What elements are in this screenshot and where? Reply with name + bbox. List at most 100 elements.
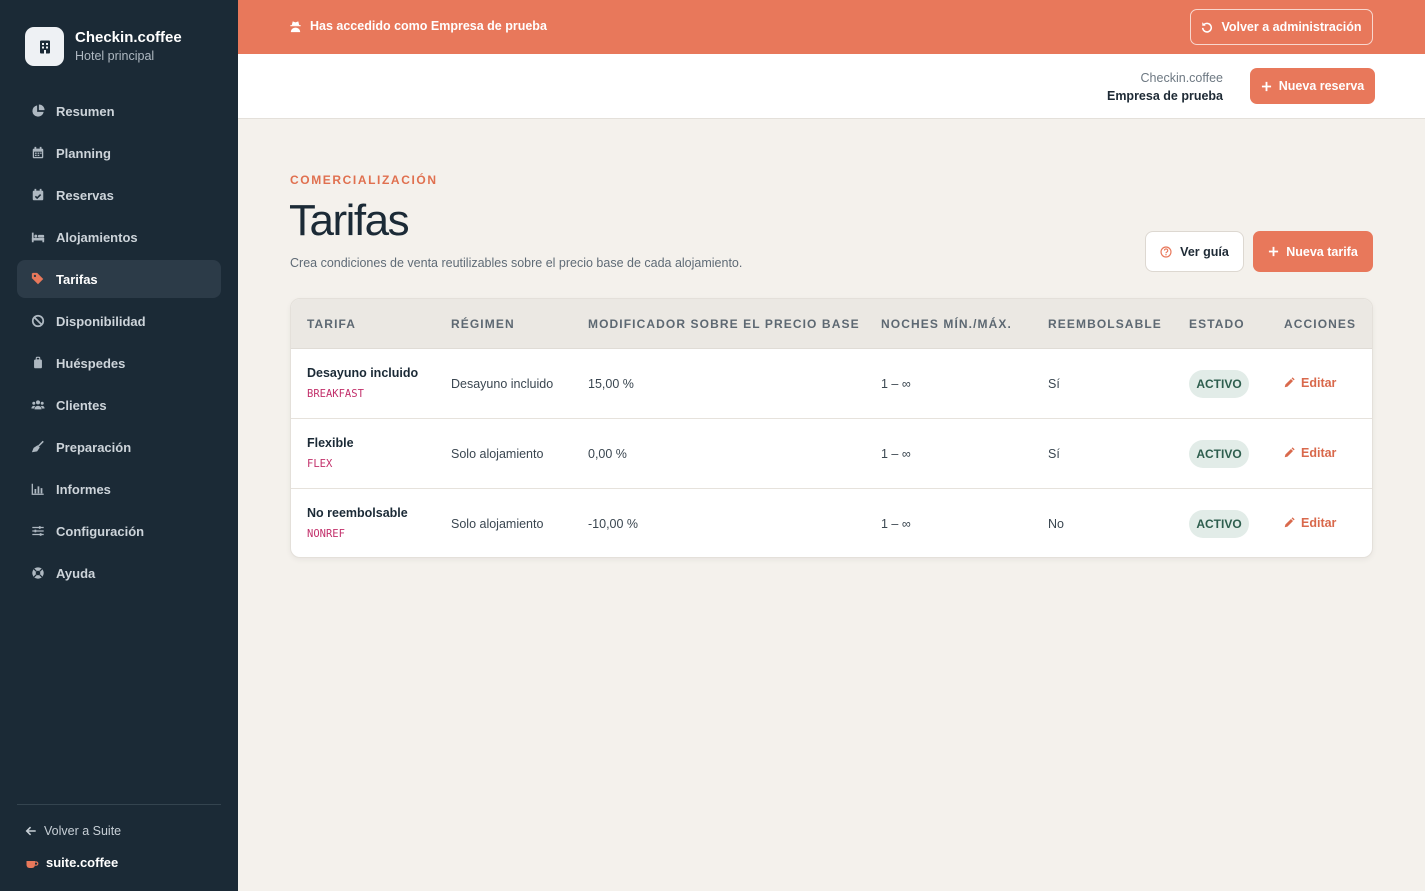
rate-code: BREAKFAST — [307, 388, 364, 400]
users-icon — [30, 398, 45, 413]
sidebar-item-disponibilidad[interactable]: Disponibilidad — [17, 302, 221, 340]
coffee-cup-icon — [26, 860, 39, 868]
sidebar-item-label: Clientes — [56, 397, 107, 413]
sliders-icon — [30, 524, 45, 539]
column-header-estado[interactable]: ESTADO — [1189, 317, 1245, 331]
tags-icon — [30, 272, 45, 287]
sidebar-item-resumen[interactable]: Resumen — [17, 92, 221, 130]
sidebar-item-planning[interactable]: Planning — [17, 134, 221, 172]
bar-chart-icon — [30, 482, 45, 497]
calendar-check-icon — [30, 188, 45, 203]
calendar-icon — [30, 146, 45, 161]
plus-icon — [1261, 81, 1271, 91]
rate-regimen: Desayuno incluido — [451, 377, 554, 391]
account-company: Empresa de prueba — [1106, 89, 1223, 103]
broom-icon — [30, 440, 45, 455]
sidebar-item-label: Planning — [56, 145, 111, 161]
back-to-suite-label: Volver a Suite — [44, 824, 122, 838]
column-header-acciones: ACCIONES — [1284, 317, 1357, 331]
sidebar-item-reservas[interactable]: Reservas — [17, 176, 221, 214]
new-rate-button[interactable]: Nueva tarifa — [1253, 231, 1373, 272]
status-badge: ACTIVO — [1189, 510, 1249, 538]
table-header: TARIFA RÉGIMEN MODIFICADOR SOBRE EL PREC… — [291, 299, 1372, 349]
hotel-logo-icon — [25, 27, 64, 66]
rate-name: Desayuno incluido — [307, 366, 419, 380]
rate-modifier: 15,00 % — [588, 377, 634, 391]
sidebar: Checkin.coffee Hotel principal Resumen P… — [0, 0, 238, 891]
ban-icon — [30, 314, 45, 329]
impersonation-banner: Has accedido como Empresa de prueba Volv… — [238, 0, 1425, 54]
suite-brand: suite.coffee — [25, 855, 118, 870]
rate-nights: 1 – ∞ — [881, 447, 911, 461]
sidebar-divider — [17, 804, 221, 805]
pencil-icon — [1284, 447, 1295, 458]
brand-name: Checkin.coffee — [75, 28, 182, 46]
question-circle-icon — [1160, 245, 1172, 258]
rate-code: NONREF — [307, 528, 345, 540]
sidebar-item-tarifas[interactable]: Tarifas — [17, 260, 221, 298]
account-info[interactable]: Checkin.coffee Empresa de prueba — [1107, 69, 1223, 105]
sidebar-item-label: Huéspedes — [56, 355, 126, 371]
edit-rate-button[interactable]: Editar — [1283, 446, 1336, 460]
sidebar-item-label: Disponibilidad — [56, 313, 146, 329]
top-header: Checkin.coffee Empresa de prueba Nueva r… — [238, 54, 1425, 119]
table-row: Flexible FLEX Solo alojamiento 0,00 % 1 … — [291, 419, 1372, 489]
column-header-noches[interactable]: NOCHES MÍN./MÁX. — [881, 317, 1012, 331]
column-header-tarifa[interactable]: TARIFA — [307, 317, 356, 331]
rate-nights: 1 – ∞ — [881, 377, 911, 391]
page-description: Crea condiciones de venta reutilizables … — [290, 256, 743, 270]
chart-pie-icon — [30, 104, 45, 119]
sidebar-item-preparacion[interactable]: Preparación — [17, 428, 221, 466]
arrow-left-icon — [25, 826, 36, 836]
sidebar-item-ayuda[interactable]: Ayuda — [17, 554, 221, 592]
sidebar-item-label: Informes — [56, 481, 111, 497]
pencil-icon — [1284, 377, 1295, 388]
sidebar-item-label: Reservas — [56, 187, 114, 203]
rate-code: FLEX — [307, 458, 333, 470]
status-badge: ACTIVO — [1189, 440, 1249, 468]
view-guide-button[interactable]: Ver guía — [1145, 231, 1244, 272]
sidebar-item-informes[interactable]: Informes — [17, 470, 221, 508]
sidebar-item-label: Ayuda — [56, 565, 96, 581]
bed-icon — [30, 230, 45, 245]
column-header-modificador[interactable]: MODIFICADOR SOBRE EL PRECIO BASE — [588, 317, 860, 331]
sidebar-item-label: Resumen — [56, 103, 115, 119]
rate-nights: 1 – ∞ — [881, 517, 911, 531]
sidebar-item-configuracion[interactable]: Configuración — [17, 512, 221, 550]
status-badge: ACTIVO — [1189, 370, 1249, 398]
edit-rate-button[interactable]: Editar — [1283, 516, 1336, 530]
column-header-regimen[interactable]: RÉGIMEN — [451, 317, 515, 331]
page-title: Tarifas — [289, 196, 410, 245]
new-booking-button[interactable]: Nueva reserva — [1250, 68, 1375, 104]
rate-name: No reembolsable — [307, 506, 408, 520]
lifebuoy-icon — [30, 566, 45, 581]
account-org: Checkin.coffee — [1140, 71, 1223, 85]
brand[interactable]: Checkin.coffee Hotel principal — [25, 27, 182, 66]
back-to-suite-link[interactable]: Volver a Suite — [25, 824, 121, 838]
back-to-admin-button[interactable]: Volver a administración — [1190, 9, 1373, 45]
impersonation-message: Has accedido como Empresa de prueba — [289, 19, 547, 33]
table-row: Desayuno incluido BREAKFAST Desayuno inc… — [291, 349, 1372, 419]
sidebar-item-label: Alojamientos — [56, 229, 138, 245]
column-header-reembolsable[interactable]: REEMBOLSABLE — [1048, 317, 1162, 331]
suitcase-icon — [30, 356, 45, 371]
edit-rate-button[interactable]: Editar — [1283, 376, 1336, 390]
pencil-icon — [1284, 517, 1295, 528]
sidebar-item-label: Configuración — [56, 523, 145, 539]
sidebar-item-clientes[interactable]: Clientes — [17, 386, 221, 424]
rate-refundable: No — [1048, 517, 1064, 531]
page-eyebrow: COMERCIALIZACIÓN — [290, 173, 438, 187]
brand-subtitle: Hotel principal — [75, 48, 155, 63]
sidebar-item-label: Preparación — [56, 439, 132, 455]
sidebar-item-huespedes[interactable]: Huéspedes — [17, 344, 221, 382]
table-row: No reembolsable NONREF Solo alojamiento … — [291, 489, 1372, 557]
plus-icon — [1269, 246, 1279, 257]
user-secret-icon — [290, 20, 301, 32]
rate-regimen: Solo alojamiento — [451, 517, 544, 531]
sidebar-item-alojamientos[interactable]: Alojamientos — [17, 218, 221, 256]
rate-modifier: -10,00 % — [588, 517, 639, 531]
sidebar-item-label: Tarifas — [56, 271, 98, 287]
suite-brand-label: suite.coffee — [46, 855, 119, 870]
undo-icon — [1202, 22, 1213, 33]
rates-table: TARIFA RÉGIMEN MODIFICADOR SOBRE EL PREC… — [290, 298, 1373, 558]
